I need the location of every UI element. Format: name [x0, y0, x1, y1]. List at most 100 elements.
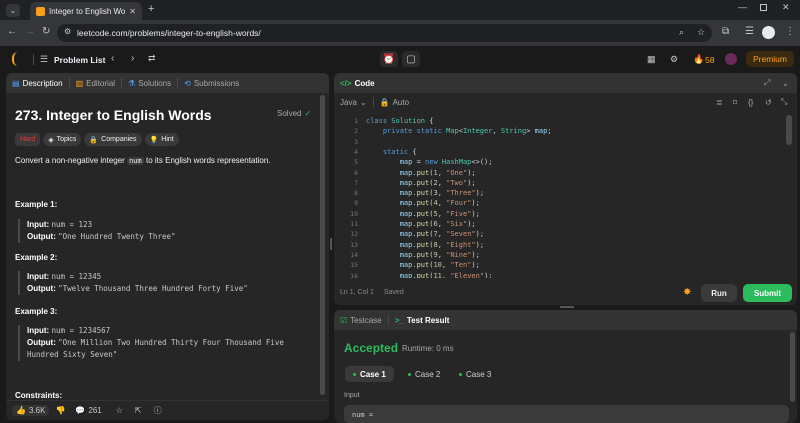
- code-line[interactable]: map.put(2, "Two");: [366, 178, 476, 188]
- bookmark-icon[interactable]: ⌑: [733, 98, 737, 107]
- share-icon[interactable]: ⇱: [135, 406, 142, 415]
- tab-code[interactable]: </> Code: [334, 73, 381, 93]
- code-line[interactable]: map.put(8, "Eight");: [366, 240, 484, 250]
- restore-icon[interactable]: [760, 4, 767, 11]
- profile-avatar[interactable]: [762, 26, 775, 39]
- notes-button[interactable]: ▢: [402, 51, 420, 67]
- tab-solutions[interactable]: ⚗ Solutions: [122, 73, 177, 93]
- close-tab-icon[interactable]: ✕: [129, 7, 136, 16]
- run-button[interactable]: Run: [701, 284, 737, 302]
- leetcode-logo-icon[interactable]: [12, 52, 24, 66]
- code-line[interactable]: map.put(11, "Eleven");: [366, 271, 493, 279]
- code-line[interactable]: map.put(9, "Nine");: [366, 250, 480, 260]
- back-icon[interactable]: ←: [7, 27, 17, 37]
- minimize-icon[interactable]: —: [738, 2, 747, 12]
- dislike-button[interactable]: 👎: [55, 406, 65, 415]
- help-icon[interactable]: ⓘ: [154, 405, 162, 416]
- checkbox-icon: ☑: [340, 315, 348, 325]
- tag-label: Hint: [161, 136, 174, 143]
- reload-icon[interactable]: ↻: [42, 27, 50, 37]
- code-line[interactable]: map.put(10, "Ten");: [366, 260, 480, 270]
- code-line[interactable]: map.put(5, "Five");: [366, 209, 480, 219]
- difficulty-badge[interactable]: Hard: [15, 133, 41, 146]
- code-token: put: [416, 240, 430, 249]
- layout-icon[interactable]: ▦: [647, 55, 656, 64]
- tab-testcase[interactable]: ☑ Testcase: [334, 310, 388, 330]
- tab-test-result[interactable]: >_ Test Result: [389, 310, 456, 330]
- alarm-icon: ⏰: [382, 53, 396, 65]
- topics-button[interactable]: ◈ Topics: [43, 133, 82, 146]
- maximize-icon[interactable]: ⤢: [764, 78, 770, 88]
- companies-button[interactable]: 🔒 Companies: [84, 133, 142, 146]
- fullscreen-icon[interactable]: ⤡: [781, 97, 787, 107]
- code-line[interactable]: map = new HashMap<>();: [366, 157, 493, 167]
- tab-submissions[interactable]: ⟲ Submissions: [178, 73, 245, 93]
- shuffle-icon[interactable]: ⇄: [148, 54, 156, 63]
- code-token: static: [382, 147, 409, 156]
- bookmark-star-icon[interactable]: ☆: [697, 28, 705, 37]
- extensions-icon[interactable]: ⧉: [722, 27, 729, 37]
- language-select[interactable]: Java ⌄: [340, 98, 367, 107]
- tab-groups-icon[interactable]: ☰: [745, 27, 754, 37]
- avatar[interactable]: [725, 53, 737, 65]
- code-line[interactable]: map.put(6, "Six");: [366, 219, 476, 229]
- output-value: "One Million Two Hundred Thirty Four Tho…: [27, 338, 284, 359]
- zoom-icon[interactable]: ⌕: [679, 28, 684, 37]
- code-token: <>();: [471, 158, 493, 167]
- code-token: map: [399, 189, 413, 198]
- address-bar[interactable]: ⚙ leetcode.com/problems/integer-to-engli…: [57, 24, 712, 42]
- tab-search-icon[interactable]: ⌄: [6, 4, 20, 17]
- new-tab-icon[interactable]: +: [148, 3, 154, 15]
- scrollbar[interactable]: [790, 332, 795, 402]
- settings-gear-icon[interactable]: ⚙: [670, 55, 678, 64]
- problem-list-link[interactable]: Problem List: [54, 55, 105, 65]
- tab-editorial[interactable]: ▥ Editorial: [70, 73, 121, 93]
- code-line[interactable]: map.put(3, "Three");: [366, 188, 484, 198]
- reset-icon[interactable]: ↺: [765, 98, 772, 107]
- code-line[interactable]: class Solution {: [366, 116, 433, 126]
- auto-mode-toggle[interactable]: 🔒 Auto: [380, 98, 409, 107]
- hint-button[interactable]: 💡 Hint: [144, 133, 179, 146]
- site-info-icon[interactable]: ⚙: [64, 28, 71, 36]
- close-window-icon[interactable]: ✕: [782, 2, 790, 13]
- code-line[interactable]: map.put(7, "Seven");: [366, 229, 484, 239]
- code-editor[interactable]: class Solution { private static Map<Inte…: [366, 116, 781, 278]
- code-line[interactable]: map.put(4, "Four");: [366, 198, 480, 208]
- tab-label: Editorial: [86, 78, 116, 88]
- fire-icon[interactable]: 🔥: [693, 55, 704, 64]
- submit-button[interactable]: Submit: [743, 284, 792, 302]
- premium-button[interactable]: Premium: [746, 51, 794, 67]
- format-icon[interactable]: ≣: [716, 98, 723, 107]
- braces-icon[interactable]: {}: [748, 98, 753, 107]
- code-line[interactable]: map.put(1, "One");: [366, 168, 476, 178]
- forward-icon[interactable]: →: [25, 27, 35, 37]
- description-tabs: ▤ Description ▥ Editorial ⚗ Solutions ⟲ …: [6, 73, 329, 93]
- lock-icon: 🔒: [379, 97, 390, 107]
- line-number: 4: [354, 147, 358, 156]
- collapse-icon[interactable]: ⌄: [782, 79, 789, 88]
- comments-button[interactable]: 💬 261: [75, 406, 101, 415]
- case-2-tab[interactable]: Case 2: [400, 366, 448, 382]
- code-line[interactable]: private static Map<Integer, String> map;: [366, 126, 552, 136]
- problem-list-icon[interactable]: ☰: [40, 55, 48, 64]
- scrollbar[interactable]: [320, 95, 325, 395]
- streak-count[interactable]: 58: [705, 55, 714, 65]
- line-number: 8: [354, 189, 358, 198]
- horizontal-resize-handle[interactable]: [560, 306, 574, 308]
- favorite-star-icon[interactable]: ☆: [116, 406, 123, 415]
- chrome-menu-icon[interactable]: ⋮: [785, 27, 795, 37]
- editor-scrollbar[interactable]: [786, 115, 792, 145]
- code-line[interactable]: static {: [366, 147, 417, 157]
- vertical-resize-handle[interactable]: [330, 238, 332, 250]
- case-1-tab[interactable]: Case 1: [345, 366, 394, 382]
- timer-button[interactable]: ⏰: [380, 51, 398, 67]
- next-problem-icon[interactable]: ›: [131, 54, 134, 64]
- code-token: map: [399, 250, 413, 259]
- like-button[interactable]: 👍 3.6K: [12, 405, 50, 416]
- case-3-tab[interactable]: Case 3: [451, 366, 499, 382]
- tab-description[interactable]: ▤ Description: [6, 73, 69, 93]
- debug-icon[interactable]: ✸: [683, 287, 691, 298]
- browser-tab-active[interactable]: Integer to English Words - Lee ✕: [30, 2, 142, 20]
- prev-problem-icon[interactable]: ‹: [111, 54, 114, 64]
